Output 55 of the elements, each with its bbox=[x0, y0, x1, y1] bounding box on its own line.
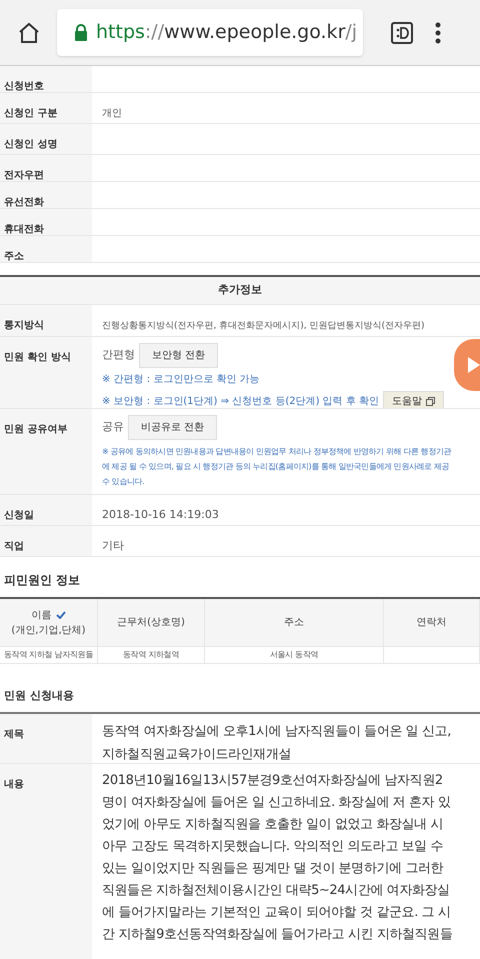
row-value: 공유 bbox=[102, 419, 124, 436]
lock-icon bbox=[74, 24, 88, 41]
row-value: 개인 bbox=[102, 108, 122, 119]
row-value: 간편형 bbox=[102, 347, 135, 364]
row-label: 신청번호 bbox=[4, 81, 44, 92]
content-text: 에 들어가지말라는 기본적인 교육이 되어야할 것 같군요. 그 시 bbox=[102, 904, 451, 922]
section-heading: 민원 신청내용 bbox=[4, 688, 74, 704]
home-icon[interactable] bbox=[17, 20, 41, 44]
table-cell: 동작역 지하철역 bbox=[122, 649, 180, 661]
content-text: 있는 일이었지만 직원들은 핑계만 댈 것이 분명하기에 그러한 bbox=[102, 860, 444, 878]
note-text: ※ 보안형 : 로그인(1단계) ⇒ 신청번호 등(2단계) 입력 후 확인 bbox=[102, 395, 380, 408]
content-text: 명이 여자화장실에 들어온 일 신고하네요. 화장실에 저 혼자 있 bbox=[102, 794, 451, 812]
column-header: 이름 (개인,기업,단체) bbox=[0, 599, 98, 646]
content-text: 간 지하철9호선동작역화장실에 들어가라고 시킨 지하철직원들 bbox=[102, 926, 452, 944]
subject-text: 지하철직원교육가이드라인재개설 bbox=[102, 746, 292, 763]
row-label: 신청인 구분 bbox=[4, 108, 58, 119]
copy-icon bbox=[426, 397, 436, 406]
table-cell: 서울시 동작역 bbox=[270, 649, 318, 661]
row-label: 직업 bbox=[4, 541, 24, 552]
row-label: 전자우편 bbox=[4, 170, 44, 181]
row-label: 주소 bbox=[4, 251, 24, 262]
row-value: 2018-10-16 14:19:03 bbox=[102, 508, 219, 521]
help-button[interactable]: 도움말 bbox=[383, 391, 444, 408]
row-label: 통지방식 bbox=[4, 320, 44, 331]
subject-text: 동작역 여자화장실에 오후1시에 남자직원들이 들어온 일 신고, bbox=[102, 723, 451, 741]
note-text: 에 제공 될 수 있으며, 필요 시 행정기관 등의 누리집(홈페이지)를 통해 일반국민들에게 민원사례로 제공 bbox=[102, 461, 450, 473]
section-title: 추가정보 bbox=[218, 282, 262, 298]
content-text: 었기에 아무도 지하철직원을 호출한 일이 없었고 화장실내 시 bbox=[102, 816, 444, 834]
row-label: 민원 공유여부 bbox=[4, 424, 68, 435]
note-text: ※ 공유에 동의하시면 민원내용과 답변내용이 민원업무 처리나 정부정책에 반영하기 위해 다른 행정기관 bbox=[102, 446, 452, 458]
column-header: 근무처(상호명) bbox=[98, 599, 205, 646]
section-heading: 피민원인 정보 bbox=[4, 572, 80, 589]
row-label: 휴대전화 bbox=[4, 224, 44, 235]
switch-button[interactable]: 보안형 전환 bbox=[139, 343, 218, 368]
address-bar[interactable]: https://www.epeople.go.kr/j bbox=[57, 9, 363, 56]
row-label: 민원 확인 방식 bbox=[4, 352, 71, 363]
content-text: 2018년10월16일13시57분경9호선여자화장실에 남자직원2 bbox=[102, 772, 443, 790]
row-value: 기타 bbox=[102, 539, 124, 552]
note-text: ※ 간편형 : 로그인만으로 확인 가능 bbox=[102, 373, 260, 387]
column-header: 주소 bbox=[205, 599, 384, 646]
url-text: https://www.epeople.go.kr/j bbox=[96, 20, 358, 46]
row-label: 제목 bbox=[4, 729, 24, 740]
table-cell: 동작역 지하철 남자직원들 bbox=[4, 649, 94, 661]
tab-switcher-icon[interactable] bbox=[391, 22, 413, 44]
row-label: 신청인 성명 bbox=[4, 139, 58, 150]
row-label: 내용 bbox=[4, 779, 24, 790]
content-text: 아무 고장도 목격하지못했습니다. 악의적인 의도라고 보일 수 bbox=[102, 838, 444, 856]
note-text: 수 있습니다. bbox=[102, 476, 144, 488]
row-label: 신청일 bbox=[4, 510, 34, 521]
row-value: 진행상황통지방식(전자우편, 휴대전화문자메시지), 민원답변통지방식(전자우편) bbox=[102, 321, 424, 331]
content-text: 직원들은 지하철전체이용시간인 대략5~24시간에 여자화장실 bbox=[102, 882, 450, 900]
row-label: 유선전화 bbox=[4, 197, 44, 208]
column-header: 연락처 bbox=[384, 599, 480, 646]
switch-button[interactable]: 비공유로 전환 bbox=[128, 415, 218, 440]
more-menu-icon[interactable] bbox=[435, 22, 441, 44]
